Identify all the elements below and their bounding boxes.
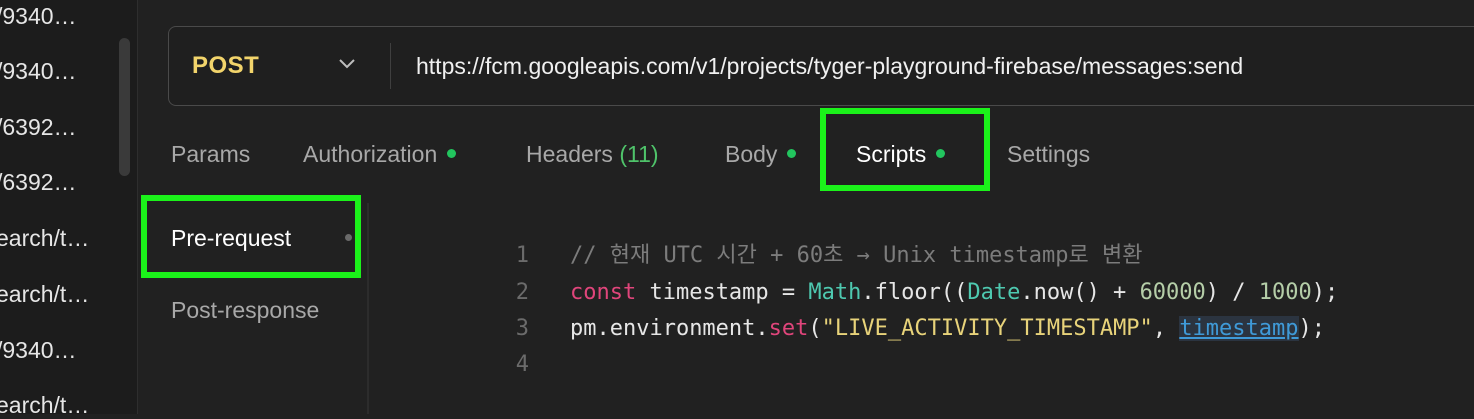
- url-input[interactable]: https://fcm.googleapis.com/v1/projects/t…: [416, 51, 1243, 81]
- tab-body[interactable]: Body: [725, 139, 797, 169]
- status-dot: [787, 149, 797, 159]
- request-url-bar: POST https://fcm.googleapis.com/v1/proje…: [168, 26, 1474, 106]
- headers-count: (11): [619, 141, 659, 167]
- sidebar-item[interactable]: /6392…: [0, 168, 77, 196]
- code-string: "LIVE_ACTIVITY_TIMESTAMP": [821, 316, 1153, 341]
- tab-params[interactable]: Params: [171, 139, 250, 169]
- code-line: 2 const timestamp = Math.floor((Date.now(…: [440, 239, 1339, 305]
- sidebar-scrollbar[interactable]: [119, 38, 130, 176]
- code-line: 4: [440, 311, 570, 377]
- post-response-tab[interactable]: Post-response: [171, 295, 319, 325]
- sidebar-item[interactable]: /9340…: [0, 57, 77, 85]
- tab-label: Authorization: [303, 141, 438, 167]
- code-text: (: [808, 316, 822, 341]
- sidebar-request-list: /9340… /9340… /6392… /6392… earch/t… ear…: [0, 0, 138, 414]
- sidebar-item[interactable]: /9340…: [0, 2, 77, 30]
- code-function: set: [768, 316, 809, 341]
- tab-label: Body: [725, 141, 778, 167]
- code-line: 1// 현재 UTC 시간 + 60초 → Unix timestamp로 변환: [440, 202, 1143, 268]
- tab-label: Params: [171, 141, 251, 167]
- code-text: );: [1298, 316, 1326, 341]
- sidebar-item[interactable]: earch/t…: [0, 280, 89, 308]
- code-text: pm.environment.: [569, 316, 769, 341]
- highlight-box-scripts: [820, 108, 990, 191]
- code-line: 3 pm.environment.set("LIVE_ACTIVITY_TIMES…: [440, 275, 1325, 341]
- tab-settings[interactable]: Settings: [1007, 139, 1090, 169]
- status-dot: [447, 149, 457, 159]
- method-select[interactable]: POST: [192, 51, 259, 81]
- tab-label: Headers: [526, 141, 613, 167]
- url-divider: [390, 43, 391, 89]
- tab-headers[interactable]: Headers (11): [526, 139, 659, 169]
- sidebar-item[interactable]: earch/t…: [0, 391, 89, 414]
- sidebar-item[interactable]: /9340…: [0, 336, 77, 364]
- line-number: 4: [515, 352, 529, 377]
- code-text: ,: [1152, 316, 1180, 341]
- tab-label: Settings: [1007, 141, 1091, 167]
- chevron-down-icon[interactable]: [337, 57, 357, 71]
- tab-authorization[interactable]: Authorization: [303, 139, 457, 169]
- highlight-box-pre-request: [141, 195, 361, 278]
- sidebar-item[interactable]: /6392…: [0, 113, 77, 141]
- sidebar-item[interactable]: earch/t…: [0, 224, 89, 252]
- code-variable-link[interactable]: timestamp: [1179, 316, 1299, 341]
